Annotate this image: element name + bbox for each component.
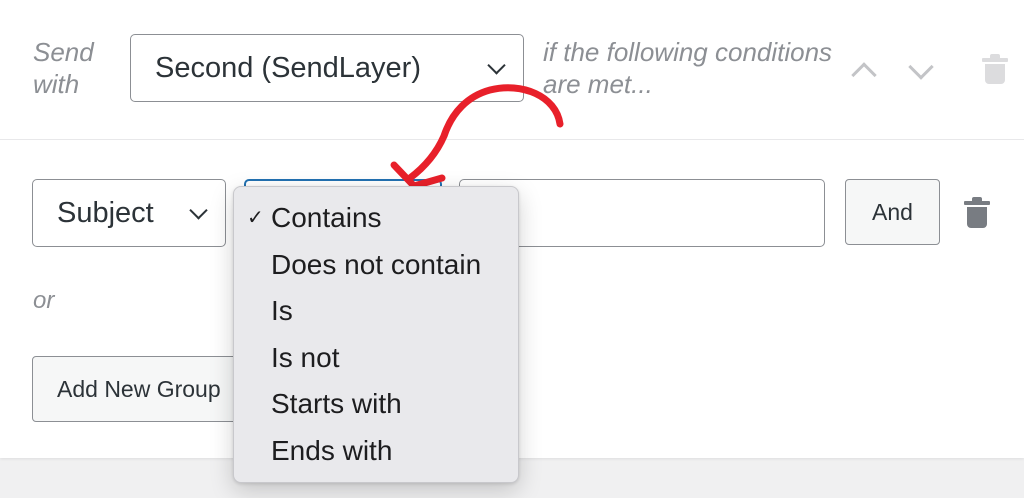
operator-option-label: Is not <box>271 341 340 373</box>
checkmark-icon: ✓ <box>247 207 264 229</box>
conditions-label: if the following conditions are met... <box>543 37 833 99</box>
move-up-icon[interactable] <box>851 62 877 88</box>
chevron-down-icon <box>487 56 506 75</box>
operator-option-label: Contains <box>271 202 382 233</box>
operator-dropdown-menu: ✓ Contains Does not contain Is Is not St… <box>233 186 519 483</box>
operator-option-label: Ends with <box>271 434 393 466</box>
operator-option-label: Does not contain <box>271 248 482 280</box>
provider-select-value: Second (SendLayer) <box>155 51 421 84</box>
condition-field-value: Subject <box>57 196 154 229</box>
operator-option-label: Starts with <box>271 388 402 419</box>
operator-option-label: Is <box>271 295 293 326</box>
provider-select[interactable]: Second (SendLayer) <box>130 34 524 102</box>
chevron-down-icon <box>189 201 208 220</box>
send-with-label: Send with <box>33 37 94 99</box>
operator-option-ends-with[interactable]: Ends with <box>234 428 518 475</box>
delete-condition-trash-icon[interactable] <box>964 197 990 228</box>
move-down-icon[interactable] <box>908 54 934 80</box>
delete-rule-trash-icon[interactable] <box>982 54 1008 84</box>
operator-option-is-not[interactable]: Is not <box>234 335 518 382</box>
operator-option-starts-with[interactable]: Starts with <box>234 381 518 428</box>
or-label: or <box>33 287 55 314</box>
operator-option-does-not-contain[interactable]: Does not contain <box>234 242 518 289</box>
operator-option-is[interactable]: Is <box>234 288 518 335</box>
operator-option-contains[interactable]: ✓ Contains <box>234 195 518 242</box>
and-button[interactable]: And <box>845 179 940 245</box>
condition-field-select[interactable]: Subject <box>32 179 226 247</box>
rule-header-row: Send with Second (SendLayer) if the foll… <box>0 0 1024 140</box>
